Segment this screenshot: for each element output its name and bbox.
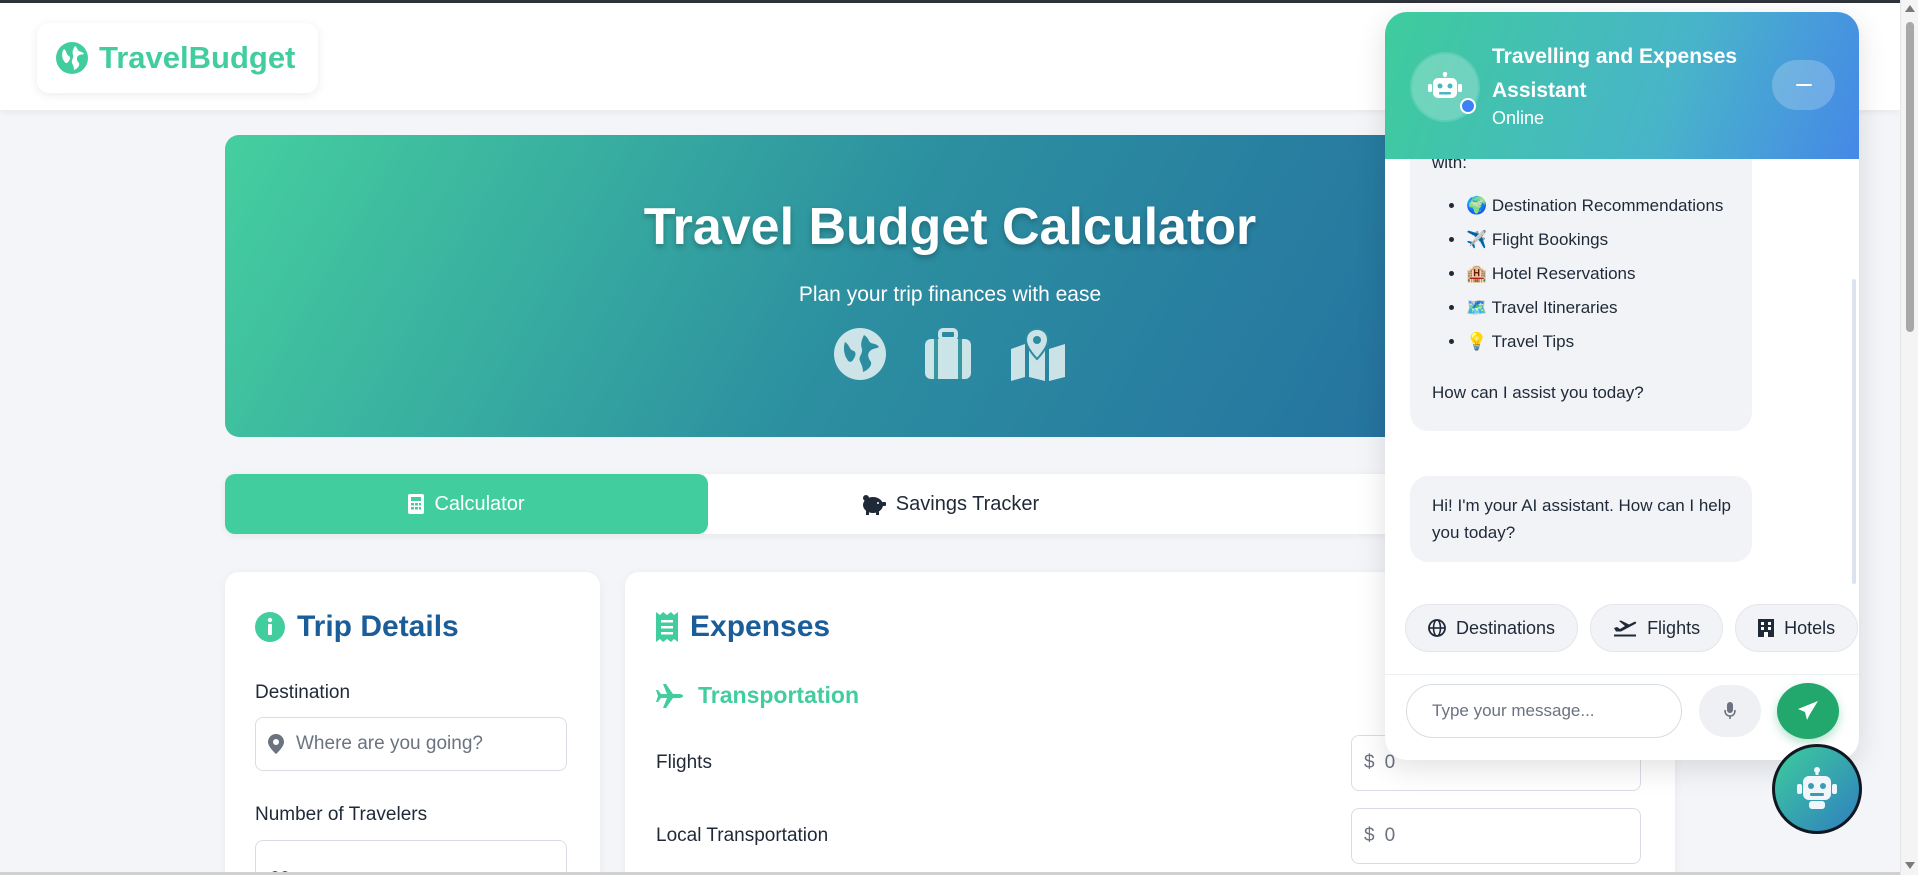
- globe-icon: [56, 42, 88, 74]
- robot-icon: [1797, 767, 1837, 809]
- brand-logo[interactable]: TravelBudget: [37, 23, 318, 93]
- destination-input[interactable]: [296, 733, 536, 755]
- flights-label: Flights: [656, 752, 712, 773]
- piggy-bank-icon: [862, 495, 886, 515]
- assistant-message: with: 🌍 Destination Recommendations ✈️ F…: [1410, 139, 1752, 431]
- online-indicator: [1460, 98, 1476, 114]
- services-list: 🌍 Destination Recommendations ✈️ Flight …: [1466, 193, 1736, 363]
- message-field[interactable]: [1406, 684, 1682, 738]
- tab-calculator[interactable]: Calculator: [225, 474, 708, 534]
- plane-icon: [656, 683, 683, 708]
- list-item: ✈️ Flight Bookings: [1466, 227, 1736, 253]
- chat-status: Online: [1492, 108, 1545, 128]
- chat-messages[interactable]: with: 🌍 Destination Recommendations ✈️ F…: [1385, 139, 1859, 586]
- quick-reply-flights[interactable]: Flights: [1590, 604, 1724, 652]
- globe-icon: [1428, 619, 1446, 637]
- robot-icon: [1428, 72, 1462, 98]
- microphone-button[interactable]: [1699, 685, 1761, 737]
- list-item: 🗺️ Travel Itineraries: [1466, 295, 1736, 321]
- quick-replies: Destinations Flights Hotels: [1405, 604, 1859, 652]
- brand-name: TravelBudget: [99, 40, 296, 75]
- minimize-chat-button[interactable]: [1772, 60, 1835, 110]
- quick-reply-label: Hotels: [1784, 617, 1836, 638]
- map-icon: [1011, 327, 1065, 381]
- minus-icon: [1795, 83, 1812, 87]
- message-text: Hi! I'm your AI assistant. How can I hel…: [1432, 496, 1731, 542]
- quick-reply-hotels[interactable]: Hotels: [1735, 604, 1859, 652]
- transportation-heading: Transportation: [698, 682, 860, 708]
- local-transport-amount-input[interactable]: $ 0: [1351, 808, 1641, 864]
- assistant-message: Hi! I'm your AI assistant. How can I hel…: [1410, 476, 1752, 562]
- tab-label: Savings Tracker: [895, 492, 1040, 515]
- calculator-icon: [408, 494, 425, 514]
- chat-title: Travelling and Expenses Assistant: [1492, 45, 1738, 102]
- plane-departure-icon: [1614, 620, 1637, 637]
- chat-widget: with: 🌍 Destination Recommendations ✈️ F…: [1385, 12, 1859, 760]
- travelers-label: Number of Travelers: [255, 804, 428, 825]
- map-marker-icon: [268, 734, 284, 754]
- trip-details-heading: Trip Details: [297, 610, 459, 643]
- currency-symbol: $: [1364, 825, 1375, 846]
- trip-details-title: Trip Details: [255, 610, 459, 644]
- tab-savings-tracker[interactable]: Savings Tracker: [708, 474, 1191, 534]
- suitcase-icon: [925, 328, 971, 379]
- local-transport-amount-value: 0: [1384, 825, 1396, 846]
- chat-scrollbar[interactable]: [1852, 279, 1856, 584]
- local-transport-label: Local Transportation: [656, 825, 829, 846]
- microphone-icon: [1724, 702, 1736, 719]
- chat-toggle-button[interactable]: [1772, 744, 1862, 834]
- info-icon: [255, 612, 285, 642]
- chat-header: Travelling and Expenses Assistant Online: [1385, 12, 1859, 159]
- scrollbar-thumb[interactable]: [1906, 22, 1914, 332]
- quick-reply-destinations[interactable]: Destinations: [1405, 604, 1579, 652]
- list-item: 💡 Travel Tips: [1466, 329, 1736, 355]
- hotel-icon: [1758, 619, 1775, 637]
- quick-reply-label: Destinations: [1456, 617, 1556, 638]
- send-button[interactable]: [1777, 683, 1839, 739]
- expenses-title: Expenses: [656, 610, 830, 644]
- globe-icon: [834, 328, 886, 380]
- trip-details-card: Trip Details Destination Number of Trave…: [225, 572, 600, 875]
- tab-label: Calculator: [434, 492, 525, 515]
- list-item: 🏨 Hotel Reservations: [1466, 261, 1736, 287]
- page-scrollbar[interactable]: [1900, 0, 1918, 875]
- list-item: 🌍 Destination Recommendations: [1466, 193, 1736, 219]
- chat-divider: [1385, 674, 1859, 675]
- quick-reply-label: Flights: [1647, 617, 1701, 638]
- scroll-up-icon[interactable]: [1905, 5, 1915, 12]
- travelers-field[interactable]: [255, 840, 567, 875]
- paper-plane-icon: [1798, 701, 1818, 720]
- transportation-section: Transportation: [656, 682, 859, 709]
- destination-label: Destination: [255, 682, 351, 703]
- destination-field[interactable]: [255, 717, 567, 771]
- scroll-down-icon[interactable]: [1905, 862, 1915, 869]
- message-input[interactable]: [1432, 701, 1652, 721]
- message-text: How can I assist you today?: [1432, 383, 1644, 402]
- currency-symbol: $: [1364, 752, 1375, 773]
- expenses-heading: Expenses: [690, 610, 831, 643]
- receipt-icon: [656, 612, 678, 642]
